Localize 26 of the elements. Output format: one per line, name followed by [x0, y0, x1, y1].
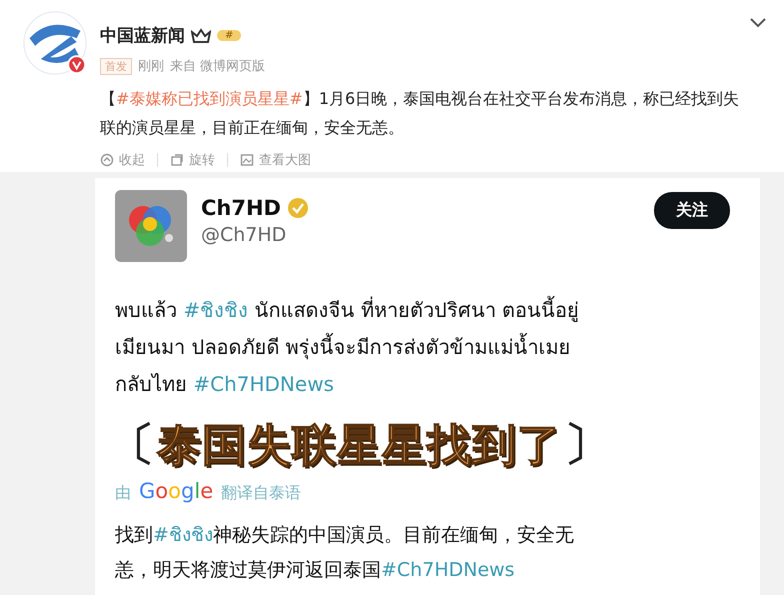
crown-icon: [191, 28, 211, 44]
post-source: 来自 微博网页版: [170, 58, 266, 75]
follow-button[interactable]: 关注: [654, 192, 730, 229]
rotate-icon: [170, 153, 184, 167]
channel-logo: [115, 190, 187, 262]
account-handle: @Ch7HD: [201, 224, 288, 246]
caption-overlay: 〔泰国失联星星找到了〕: [109, 416, 610, 473]
post-text: 【#泰媒称已找到演员星星#】1月6日晚，泰国电视台在社交平台发布消息，称已经找到失联的演员星星，目前正在缅甸，安全无恙。: [100, 88, 740, 139]
google-logo: Google: [139, 479, 214, 503]
verified-icon: [286, 197, 309, 219]
translated-by-label: 由: [115, 483, 131, 504]
post-time: 刚刚: [138, 58, 164, 75]
post-tag: 首发: [100, 58, 132, 74]
tweet-text-line: เมียนมา ปลอดภัยดี พรุ่งนี้จะมีการส่งตัวข้ามแม่น้ำเมย: [115, 329, 730, 366]
image-icon: [240, 153, 254, 167]
account-name[interactable]: Ch7HD: [201, 196, 281, 220]
level-badge: #: [217, 30, 242, 41]
logo-avatar[interactable]: [22, 10, 88, 76]
translation-text-line: 找到#ชิงชิง神秘失踪的中国演员。目前在缅甸，安全无: [115, 523, 575, 548]
author-name[interactable]: 中国蓝新闻: [100, 24, 185, 47]
collapse-icon: [100, 153, 114, 167]
chevron-down-icon[interactable]: [750, 18, 766, 28]
tweet-text-line: พบแล้ว #ชิงชิง นักแสดงจีน ที่หายตัวปริศนา ตอนนี้อยู่: [115, 292, 730, 329]
tweet-text-line: กลับไทย #Ch7HDNews: [115, 371, 335, 398]
translated-from-label: 翻译自泰语: [221, 483, 302, 504]
translation-text-line: 恙，明天将渡过莫伊河返回泰国#Ch7HDNews: [115, 558, 516, 583]
